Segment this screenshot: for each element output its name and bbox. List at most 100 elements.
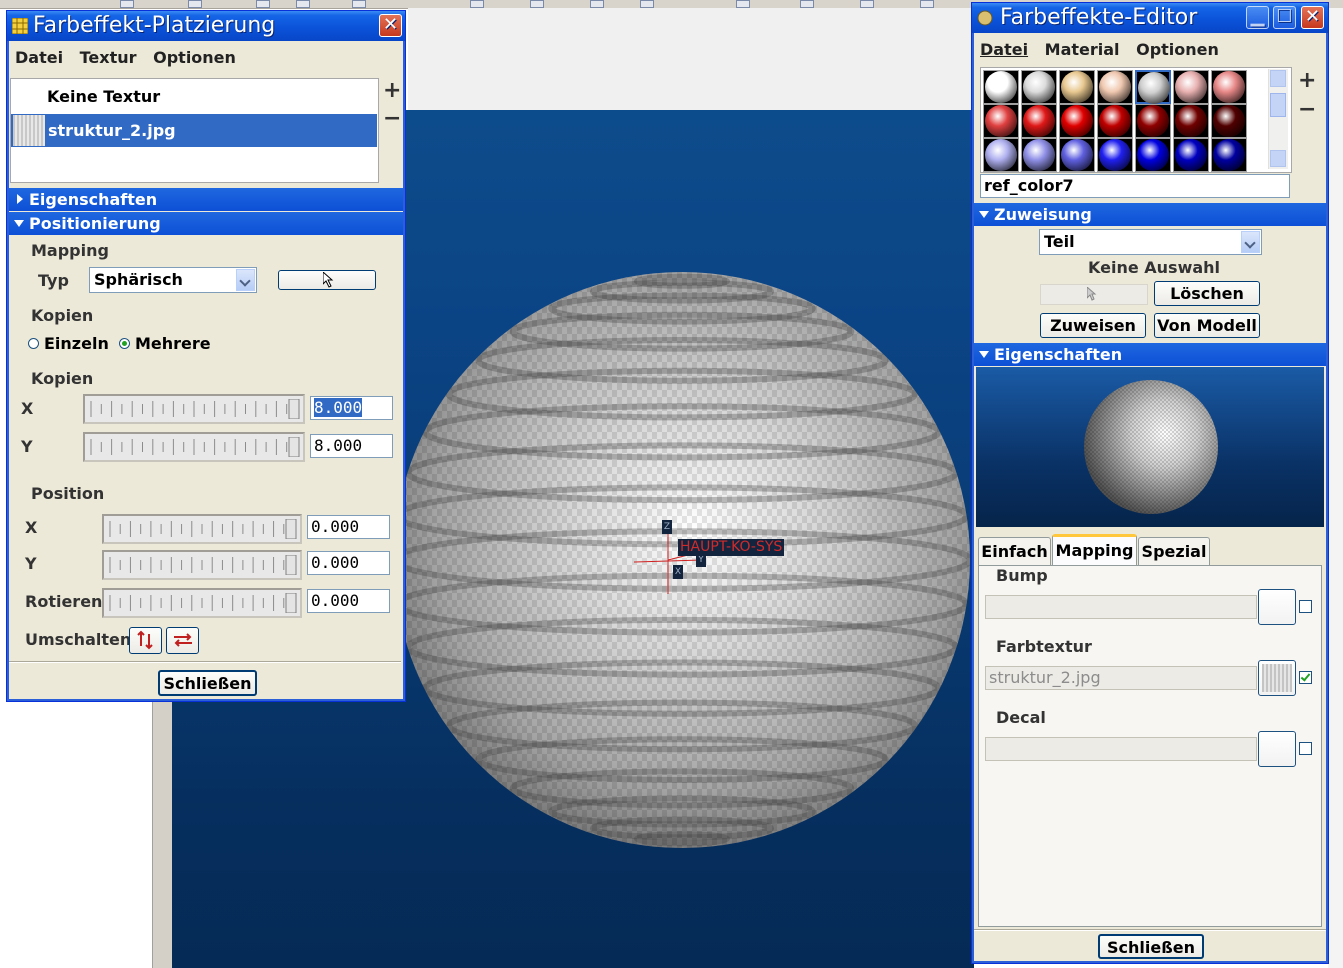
decal-texture-button[interactable] bbox=[1258, 731, 1296, 767]
toolbar-icon[interactable] bbox=[920, 0, 934, 8]
eigenschaften-header[interactable]: Eigenschaften bbox=[9, 188, 403, 211]
toolbar-icon[interactable] bbox=[470, 0, 484, 8]
material-swatch[interactable] bbox=[1021, 104, 1057, 138]
material-swatch[interactable] bbox=[1059, 104, 1095, 138]
bump-checkbox[interactable] bbox=[1299, 600, 1312, 613]
add-texture-button[interactable]: + bbox=[383, 80, 401, 102]
kopien-y-field[interactable]: 8.000 bbox=[310, 434, 393, 458]
toolbar-icon[interactable] bbox=[352, 0, 366, 8]
menu-datei[interactable]: Datei bbox=[15, 48, 63, 67]
material-swatch[interactable] bbox=[983, 104, 1019, 138]
einzeln-radio[interactable] bbox=[28, 338, 39, 349]
bump-field[interactable] bbox=[985, 595, 1257, 619]
scroll-down-icon[interactable] bbox=[1270, 150, 1286, 167]
placement-titlebar[interactable]: Farbeffekt-Platzierung ✕ bbox=[7, 11, 405, 41]
material-swatch[interactable] bbox=[1097, 138, 1133, 172]
material-swatch[interactable] bbox=[1211, 104, 1247, 138]
chevron-down-icon[interactable] bbox=[236, 269, 255, 291]
kopien-x-slider[interactable] bbox=[83, 394, 305, 424]
material-swatch[interactable] bbox=[1173, 70, 1209, 104]
splitter-bar[interactable] bbox=[152, 700, 174, 968]
close-icon[interactable]: ✕ bbox=[379, 14, 402, 37]
menu-optionen[interactable]: Optionen bbox=[1136, 40, 1219, 59]
zuweisen-button[interactable]: Zuweisen bbox=[1040, 313, 1146, 338]
positionierung-header[interactable]: Positionierung bbox=[9, 212, 403, 235]
rotieren-field[interactable]: 0.000 bbox=[307, 589, 390, 613]
remove-texture-button[interactable]: − bbox=[383, 108, 401, 130]
flip-vertical-button[interactable] bbox=[129, 627, 162, 654]
tab-mapping[interactable]: Mapping bbox=[1052, 534, 1137, 566]
list-item-selected[interactable]: struktur_2.jpg bbox=[11, 114, 377, 147]
material-swatch[interactable] bbox=[983, 70, 1019, 104]
menu-optionen[interactable]: Optionen bbox=[153, 48, 236, 67]
eigenschaften-header[interactable]: Eigenschaften bbox=[974, 343, 1326, 366]
material-name-field[interactable]: ref_color7 bbox=[980, 174, 1290, 198]
minimize-icon[interactable]: ▁ bbox=[1246, 6, 1269, 29]
farbtextur-field[interactable]: struktur_2.jpg bbox=[985, 666, 1257, 690]
toolbar-icon[interactable] bbox=[640, 0, 654, 8]
mehrere-radio[interactable] bbox=[119, 338, 130, 349]
toolbar-icon[interactable] bbox=[296, 0, 310, 8]
material-swatch[interactable] bbox=[1135, 138, 1171, 172]
rotieren-slider[interactable] bbox=[102, 588, 302, 618]
coordinate-system-label[interactable]: HAUPT-KO-SYS bbox=[678, 539, 785, 556]
einzeln-label[interactable]: Einzeln bbox=[44, 334, 109, 353]
maximize-icon[interactable]: ☐ bbox=[1273, 6, 1296, 29]
select-button-disabled[interactable] bbox=[1040, 284, 1148, 305]
von-modell-button[interactable]: Von Modell bbox=[1154, 313, 1260, 338]
toolbar-icon[interactable] bbox=[188, 0, 202, 8]
toolbar-icon[interactable] bbox=[120, 0, 134, 8]
bump-texture-button[interactable] bbox=[1258, 589, 1296, 625]
chevron-down-icon[interactable] bbox=[1241, 231, 1260, 253]
material-swatch[interactable] bbox=[1097, 104, 1133, 138]
material-swatch[interactable] bbox=[1135, 104, 1171, 138]
position-x-slider[interactable] bbox=[102, 514, 302, 544]
toolbar-icon[interactable] bbox=[256, 0, 270, 8]
close-icon[interactable]: ✕ bbox=[1301, 6, 1324, 29]
tab-spezial[interactable]: Spezial bbox=[1138, 537, 1210, 565]
farbtextur-checkbox[interactable] bbox=[1299, 671, 1312, 684]
close-button[interactable]: Schließen bbox=[158, 670, 257, 696]
toolbar-icon[interactable] bbox=[590, 0, 604, 8]
loeschen-button[interactable]: Löschen bbox=[1154, 281, 1260, 306]
add-material-button[interactable]: + bbox=[1298, 70, 1316, 92]
zuweisung-select[interactable]: Teil bbox=[1039, 229, 1262, 255]
decal-checkbox[interactable] bbox=[1299, 742, 1312, 755]
toolbar-icon[interactable] bbox=[860, 0, 874, 8]
material-swatch[interactable] bbox=[1059, 70, 1095, 104]
menu-textur[interactable]: Textur bbox=[80, 48, 137, 67]
flip-horizontal-button[interactable] bbox=[166, 627, 199, 654]
position-y-slider[interactable] bbox=[102, 550, 302, 580]
toolbar-icon[interactable] bbox=[800, 0, 814, 8]
menu-datei[interactable]: Datei bbox=[980, 40, 1028, 59]
kopien-x-field[interactable]: 8.000 bbox=[310, 396, 393, 420]
list-item[interactable]: Keine Textur bbox=[47, 87, 160, 106]
mapping-type-select[interactable]: Sphärisch bbox=[89, 267, 257, 293]
tab-einfach[interactable]: Einfach bbox=[978, 537, 1051, 565]
material-swatch[interactable] bbox=[1135, 70, 1171, 104]
material-swatch[interactable] bbox=[1021, 70, 1057, 104]
kopien-y-slider[interactable] bbox=[83, 432, 305, 462]
zuweisung-header[interactable]: Zuweisung bbox=[974, 203, 1326, 226]
remove-material-button[interactable]: − bbox=[1298, 99, 1316, 121]
material-swatch[interactable] bbox=[1021, 138, 1057, 172]
material-swatch[interactable] bbox=[1211, 138, 1247, 172]
position-x-field[interactable]: 0.000 bbox=[307, 515, 390, 539]
close-button[interactable]: Schließen bbox=[1098, 934, 1204, 959]
scroll-up-icon[interactable] bbox=[1270, 70, 1286, 87]
position-y-field[interactable]: 0.000 bbox=[307, 551, 390, 575]
material-swatch[interactable] bbox=[1097, 70, 1133, 104]
farbtextur-texture-button[interactable] bbox=[1258, 660, 1296, 696]
menu-material[interactable]: Material bbox=[1045, 40, 1120, 59]
swatch-scrollbar[interactable] bbox=[1268, 69, 1288, 169]
material-swatch[interactable] bbox=[1173, 104, 1209, 138]
scroll-thumb[interactable] bbox=[1270, 93, 1286, 117]
toolbar-icon[interactable] bbox=[736, 0, 750, 8]
decal-field[interactable] bbox=[985, 737, 1257, 761]
material-swatch[interactable] bbox=[1059, 138, 1095, 172]
material-swatch[interactable] bbox=[1211, 70, 1247, 104]
mehrere-label[interactable]: Mehrere bbox=[135, 334, 211, 353]
material-swatch[interactable] bbox=[983, 138, 1019, 172]
material-swatch[interactable] bbox=[1173, 138, 1209, 172]
editor-titlebar[interactable]: Farbeffekte-Editor ▁ ☐ ✕ bbox=[972, 3, 1328, 33]
